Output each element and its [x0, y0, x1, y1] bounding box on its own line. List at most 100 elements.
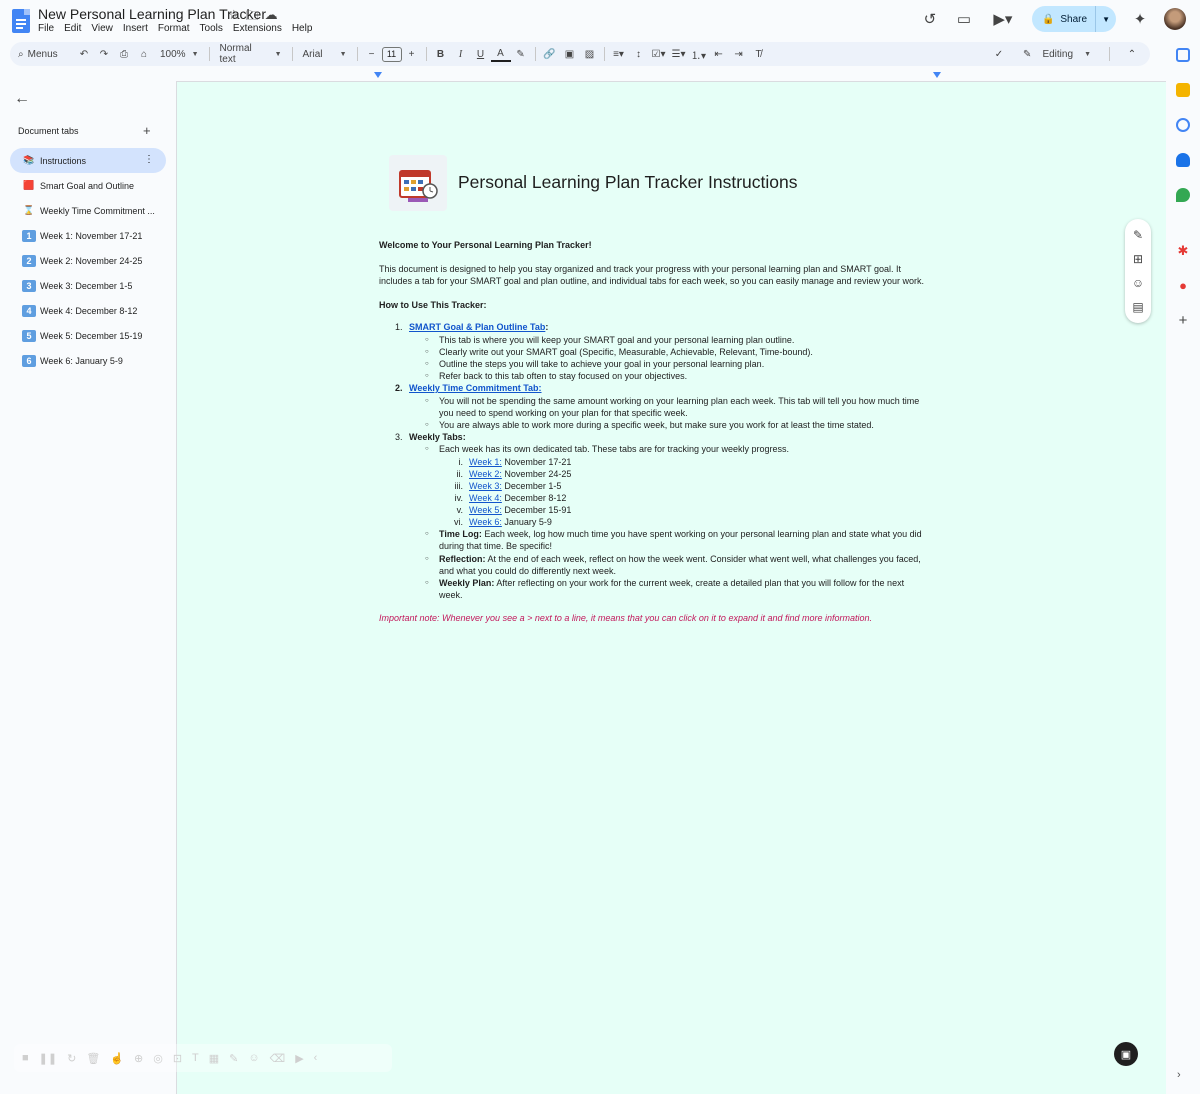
- emoji-reaction-icon[interactable]: ☺: [1132, 276, 1144, 290]
- menu-edit[interactable]: Edit: [64, 23, 81, 34]
- print-icon[interactable]: ⎙: [114, 44, 134, 64]
- maps-icon[interactable]: [1176, 188, 1190, 202]
- insert-link-icon[interactable]: 🔗: [540, 44, 560, 64]
- paint-format-icon[interactable]: ⌂: [134, 44, 154, 64]
- tab-week-6[interactable]: 6 Week 6: January 5-9: [10, 348, 166, 373]
- emoji-icon[interactable]: ☺: [248, 1052, 259, 1064]
- font-size-input[interactable]: 11: [381, 46, 402, 62]
- bulleted-list-icon[interactable]: ☰▾: [669, 44, 689, 64]
- redo-icon[interactable]: ↷: [94, 44, 114, 64]
- highlight-icon[interactable]: ◎: [153, 1052, 163, 1065]
- menu-format[interactable]: Format: [158, 23, 190, 34]
- collapse-toolbar-icon[interactable]: ⌃: [1122, 44, 1142, 64]
- delete-icon[interactable]: 🗑: [86, 1052, 100, 1065]
- version-history-icon[interactable]: ↺: [920, 9, 940, 29]
- text-color-icon[interactable]: A: [490, 46, 511, 62]
- increase-indent-icon[interactable]: ⇥: [729, 44, 749, 64]
- microphone-addon-icon[interactable]: ●: [1176, 279, 1190, 293]
- tab-weekly-time-commitment[interactable]: ⌛ Weekly Time Commitment ...: [10, 198, 166, 223]
- menus-search[interactable]: ⌕ Menus: [10, 44, 74, 64]
- tab-week-3[interactable]: 3 Week 3: December 1-5: [10, 273, 166, 298]
- blur-icon[interactable]: ▦: [209, 1052, 219, 1065]
- menu-view[interactable]: View: [91, 23, 113, 34]
- crop-icon[interactable]: ⊡: [173, 1052, 182, 1065]
- week-5-link[interactable]: Week 5:: [469, 505, 502, 515]
- week-2-link[interactable]: Week 2:: [469, 469, 502, 479]
- back-arrow-icon[interactable]: ←: [14, 90, 30, 108]
- docs-logo-icon[interactable]: [12, 9, 30, 33]
- decrease-indent-icon[interactable]: ⇤: [709, 44, 729, 64]
- tab-week-5[interactable]: 5 Week 5: December 15-19: [10, 323, 166, 348]
- avatar[interactable]: [1164, 8, 1186, 30]
- weekly-time-commitment-tab-link[interactable]: Weekly Time Commitment Tab:: [409, 382, 542, 394]
- highlight-icon[interactable]: ✎: [511, 44, 531, 64]
- text-icon[interactable]: T: [192, 1052, 199, 1064]
- underline-icon[interactable]: U: [471, 44, 491, 64]
- screen-recorder-icon[interactable]: ▣: [1114, 1042, 1138, 1066]
- tasks-icon[interactable]: [1176, 118, 1190, 132]
- add-addon-icon[interactable]: +: [1176, 313, 1190, 328]
- tab-smart-goal[interactable]: 🟥 Smart Goal and Outline: [10, 173, 166, 198]
- bullet-icon: ○: [425, 373, 429, 379]
- menu-help[interactable]: Help: [292, 23, 313, 34]
- week-3-link[interactable]: Week 3:: [469, 481, 502, 491]
- font-select[interactable]: Arial ▼: [297, 44, 353, 64]
- collapse-icon[interactable]: ‹: [314, 1052, 318, 1064]
- ruler[interactable]: [176, 70, 1166, 82]
- pointer-icon[interactable]: ☝: [110, 1052, 124, 1065]
- tab-instructions[interactable]: 📚 Instructions ⋮: [10, 148, 166, 173]
- right-indent-marker[interactable]: [933, 72, 941, 78]
- style-select[interactable]: Normal text ▼: [214, 43, 288, 65]
- italic-icon[interactable]: I: [451, 44, 471, 64]
- menu-insert[interactable]: Insert: [123, 23, 148, 34]
- add-comment-icon[interactable]: ⊞: [1133, 252, 1143, 266]
- pen-icon[interactable]: ✎: [229, 1052, 238, 1065]
- calendar-icon[interactable]: [1176, 48, 1190, 62]
- checklist-icon[interactable]: ☑▾: [649, 44, 669, 64]
- menu-file[interactable]: File: [38, 23, 54, 34]
- line-spacing-icon[interactable]: ↕: [629, 44, 649, 64]
- editing-mode-select[interactable]: ✎ Editing ▼: [1017, 44, 1097, 64]
- restart-icon[interactable]: ↻: [67, 1052, 76, 1065]
- numbered-list-icon[interactable]: ⒈▾: [689, 44, 709, 64]
- tab-week-2[interactable]: 2 Week 2: November 24-25: [10, 248, 166, 273]
- add-comment-icon[interactable]: ▣: [560, 44, 580, 64]
- spellcheck-icon[interactable]: ✓: [989, 44, 1009, 64]
- share-button[interactable]: 🔒 Share ▼: [1031, 6, 1116, 32]
- insert-image-icon[interactable]: ▨: [580, 44, 600, 64]
- share-caret-icon[interactable]: ▼: [1096, 15, 1116, 24]
- meet-icon[interactable]: ▶▾: [988, 9, 1018, 29]
- edit-pencil-icon[interactable]: ✎: [1133, 228, 1143, 242]
- tab-week-1[interactable]: 1 Week 1: November 17-21: [10, 223, 166, 248]
- clear-formatting-icon[interactable]: T̸: [749, 44, 769, 64]
- decrease-font-size-icon[interactable]: −: [362, 44, 382, 64]
- left-indent-marker[interactable]: [374, 72, 382, 78]
- gemini-icon[interactable]: ✦: [1130, 9, 1150, 29]
- menu-extensions[interactable]: Extensions: [233, 23, 282, 34]
- eraser-icon[interactable]: ⌫: [270, 1052, 286, 1065]
- align-icon[interactable]: ≡▾: [609, 44, 629, 64]
- tab-week-4[interactable]: 4 Week 4: December 8-12: [10, 298, 166, 323]
- comments-icon[interactable]: ▭: [954, 9, 974, 29]
- record-icon[interactable]: ■: [22, 1052, 29, 1064]
- bold-icon[interactable]: B: [431, 44, 451, 64]
- keep-icon[interactable]: [1176, 83, 1190, 97]
- week-1-link[interactable]: Week 1:: [469, 457, 502, 467]
- menu-tools[interactable]: Tools: [200, 23, 223, 34]
- add-tab-icon[interactable]: +: [143, 123, 151, 138]
- undo-icon[interactable]: ↶: [74, 44, 94, 64]
- asterisk-addon-icon[interactable]: ✱: [1176, 244, 1190, 258]
- increase-font-size-icon[interactable]: +: [402, 44, 422, 64]
- chevron-right-icon[interactable]: ›: [1177, 1069, 1181, 1081]
- pause-icon[interactable]: ❚❚: [39, 1052, 57, 1065]
- smart-goal-tab-link[interactable]: SMART Goal & Plan Outline Tab: [409, 322, 545, 332]
- zoom-select[interactable]: 100% ▼: [154, 44, 205, 64]
- more-options-icon[interactable]: ⋮: [144, 154, 154, 165]
- zoom-icon[interactable]: ⊕: [134, 1052, 143, 1065]
- week-4-link[interactable]: Week 4:: [469, 493, 502, 503]
- document-canvas[interactable]: Personal Learning Plan Tracker Instructi…: [176, 82, 1166, 1094]
- contacts-icon[interactable]: [1176, 153, 1190, 167]
- suggest-edits-icon[interactable]: ▤: [1132, 300, 1143, 314]
- week-6-link[interactable]: Week 6:: [469, 517, 502, 527]
- camera-icon[interactable]: ▶: [295, 1052, 303, 1065]
